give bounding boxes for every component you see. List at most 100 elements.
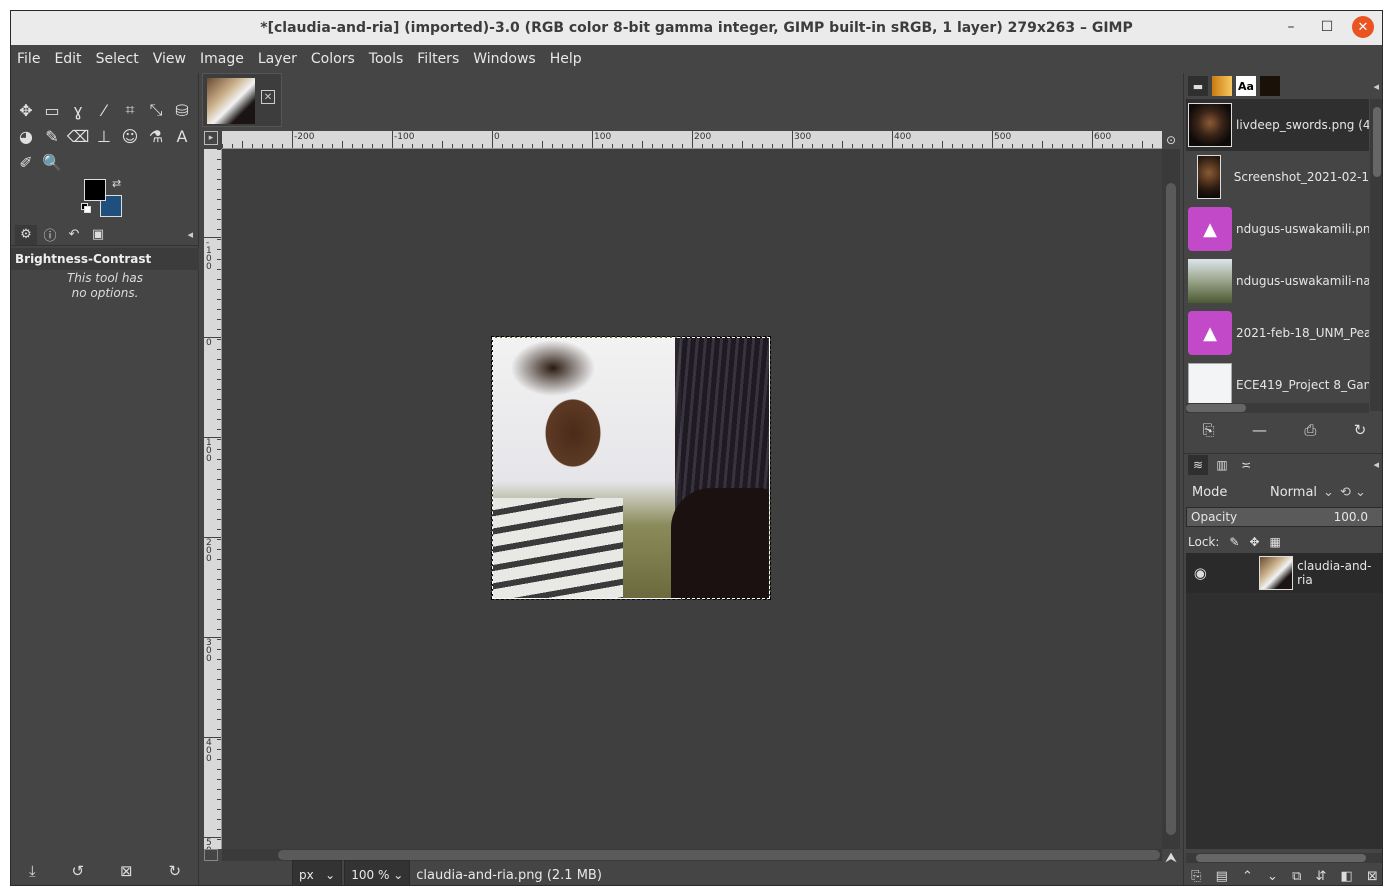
layers-hscrollbar[interactable] [1186, 853, 1382, 863]
reset-options-icon[interactable]: ↻ [168, 862, 181, 880]
menu-file[interactable]: File [17, 51, 40, 67]
layers-tab-icon[interactable]: ≋ [1188, 454, 1208, 475]
rect-select-tool-icon[interactable]: ▭ [39, 97, 65, 123]
save-options-icon[interactable]: ⤓ [29, 862, 36, 880]
horizontal-ruler[interactable]: -200 -100 0 100 200 300 400 500 600 [222, 131, 1162, 149]
menu-colors[interactable]: Colors [311, 51, 355, 67]
paintbrush-tool-icon[interactable]: ✎ [39, 123, 65, 149]
list-item[interactable]: livdeep_swords.png (49 [1186, 99, 1369, 151]
tool-options-tab-icon[interactable]: ⚙ [15, 224, 37, 245]
close-button[interactable]: ✕ [1352, 16, 1374, 38]
list-item[interactable]: ▲ 2021-feb-18_UNM_Pea [1186, 307, 1369, 359]
gradients-tab-icon[interactable] [1212, 76, 1232, 96]
ruler-minor-tick [932, 144, 933, 148]
lock-alpha-icon[interactable]: ▦ [1270, 535, 1281, 549]
lower-layer-icon[interactable]: ⌄ [1267, 869, 1278, 884]
open-display-icon[interactable]: ⎘ [1203, 421, 1215, 439]
menu-image[interactable]: Image [200, 51, 244, 67]
text-tool-icon[interactable]: A [169, 123, 195, 149]
image-canvas[interactable] [222, 149, 1162, 849]
delete-options-icon[interactable]: ⊠ [120, 862, 133, 880]
fonts-tab-icon[interactable]: Aa [1236, 76, 1256, 96]
move-tool-icon[interactable]: ✥ [13, 97, 39, 123]
bucket-fill-tool-icon[interactable]: ◕ [13, 123, 39, 149]
image-tab-claudia-and-ria[interactable]: ✕ [202, 73, 282, 127]
configure-tab-icon[interactable]: ◂ [1373, 80, 1379, 93]
configure-tab-icon[interactable]: ◂ [187, 228, 193, 241]
close-image-tab-icon[interactable]: ✕ [261, 90, 275, 104]
mode-switch-icon[interactable]: ⟲ ⌄ [1340, 485, 1366, 500]
opacity-slider[interactable]: Opacity 100.0 [1186, 507, 1382, 527]
menu-tools[interactable]: Tools [369, 51, 404, 67]
list-item[interactable]: Screenshot_2021-02-1 [1186, 151, 1369, 203]
smudge-tool-icon[interactable]: ☺ [117, 123, 143, 149]
zoom-tool-icon[interactable]: 🔍 [39, 149, 65, 175]
undo-history-tab-icon[interactable]: ↶ [63, 225, 85, 245]
delete-layer-icon[interactable]: ⊠ [1367, 869, 1378, 884]
zoom-fit-icon[interactable]: ⊙ [1162, 131, 1180, 149]
images-list-hscrollbar[interactable] [1186, 403, 1369, 413]
list-item[interactable]: ndugus-uswakamili-nai [1186, 255, 1369, 307]
reset-colors-icon[interactable] [81, 203, 91, 213]
ruler-minor-tick [217, 239, 221, 240]
layer-row[interactable]: ◉ claudia-and-ria [1186, 553, 1382, 593]
menu-select[interactable]: Select [96, 51, 139, 67]
images-list-scrollbar-thumb[interactable] [1373, 107, 1381, 177]
ruler-minor-tick [642, 141, 643, 148]
channels-tab-icon[interactable]: ▥ [1212, 455, 1232, 475]
raise-layer-icon[interactable]: ⌃ [1242, 869, 1253, 884]
chevron-down-icon[interactable]: ⌄ [1323, 485, 1334, 500]
mode-select[interactable]: Normal [1270, 485, 1317, 500]
menu-filters[interactable]: Filters [417, 51, 459, 67]
vertical-ruler[interactable]: -100 0 100 200 300 400 500 [204, 149, 222, 849]
mask-layer-icon[interactable]: ◧ [1341, 869, 1353, 884]
print-icon[interactable]: ⎙ [1304, 421, 1316, 439]
menu-layer[interactable]: Layer [258, 51, 297, 67]
delete-image-icon[interactable]: — [1252, 421, 1267, 439]
minimize-button[interactable]: – [1280, 16, 1302, 38]
lock-position-icon[interactable]: ✥ [1249, 535, 1259, 549]
crop-tool-icon[interactable]: ⌗ [117, 97, 143, 123]
paths-tab-icon[interactable]: ≍ [1236, 455, 1256, 475]
images-dock-tab-icon[interactable] [1260, 76, 1280, 96]
color-picker-tool-icon[interactable]: ✐ [13, 149, 39, 175]
quick-mask-corner-icon[interactable] [204, 849, 218, 861]
images-tab-icon[interactable]: ▣ [87, 225, 109, 245]
warp-tool-icon[interactable]: ⛁ [169, 97, 195, 123]
configure-tab-icon[interactable]: ◂ [1373, 458, 1379, 471]
device-status-tab-icon[interactable]: ⓘ [39, 225, 61, 245]
duplicate-layer-icon[interactable]: ⧉ [1292, 869, 1301, 884]
anchor-layer-icon[interactable]: ⇵ [1316, 869, 1327, 884]
images-list-hscrollbar-thumb[interactable] [1186, 404, 1246, 412]
images-list-scrollbar[interactable] [1370, 99, 1382, 411]
new-layer-group-icon[interactable]: ▤ [1216, 869, 1228, 884]
visibility-eye-icon[interactable]: ◉ [1186, 564, 1215, 582]
fuzzy-select-tool-icon[interactable]: ⁄ [91, 97, 117, 123]
layers-hscrollbar-thumb[interactable] [1196, 854, 1366, 862]
menu-help[interactable]: Help [550, 51, 582, 67]
menu-view[interactable]: View [153, 51, 186, 67]
horizontal-scrollbar-thumb[interactable] [278, 850, 1160, 860]
foreground-color-swatch[interactable] [84, 179, 106, 201]
list-item[interactable]: ▲ ndugus-uswakamili.png [1186, 203, 1369, 255]
menu-windows[interactable]: Windows [473, 51, 536, 67]
photo-claudia-and-ria[interactable] [491, 336, 771, 600]
swap-colors-icon[interactable]: ⇄ [112, 177, 121, 190]
restore-options-icon[interactable]: ↺ [72, 862, 85, 880]
brushes-tab-icon[interactable]: ▬ [1188, 76, 1208, 96]
unit-selector[interactable]: px ⌄ [292, 860, 343, 885]
quick-mask-toggle-icon[interactable]: ▸ [204, 131, 218, 145]
zoom-selector[interactable]: 100 % ⌄ [344, 860, 411, 885]
refresh-icon[interactable]: ↻ [1354, 421, 1367, 439]
maximize-button[interactable]: ☐ [1316, 16, 1338, 38]
transform-tool-icon[interactable]: ⤡ [143, 97, 169, 123]
eraser-tool-icon[interactable]: ⌫ [65, 123, 91, 149]
vertical-scrollbar[interactable] [1162, 149, 1180, 849]
lasso-tool-icon[interactable]: ɣ [65, 97, 91, 123]
paths-tool-icon[interactable]: ⚗ [143, 123, 169, 149]
new-layer-icon[interactable]: ⎘ [1191, 869, 1201, 884]
clone-tool-icon[interactable]: ⊥ [91, 123, 117, 149]
lock-pixels-icon[interactable]: ✎ [1229, 535, 1239, 549]
menu-edit[interactable]: Edit [54, 51, 81, 67]
vertical-scrollbar-thumb[interactable] [1166, 183, 1176, 835]
